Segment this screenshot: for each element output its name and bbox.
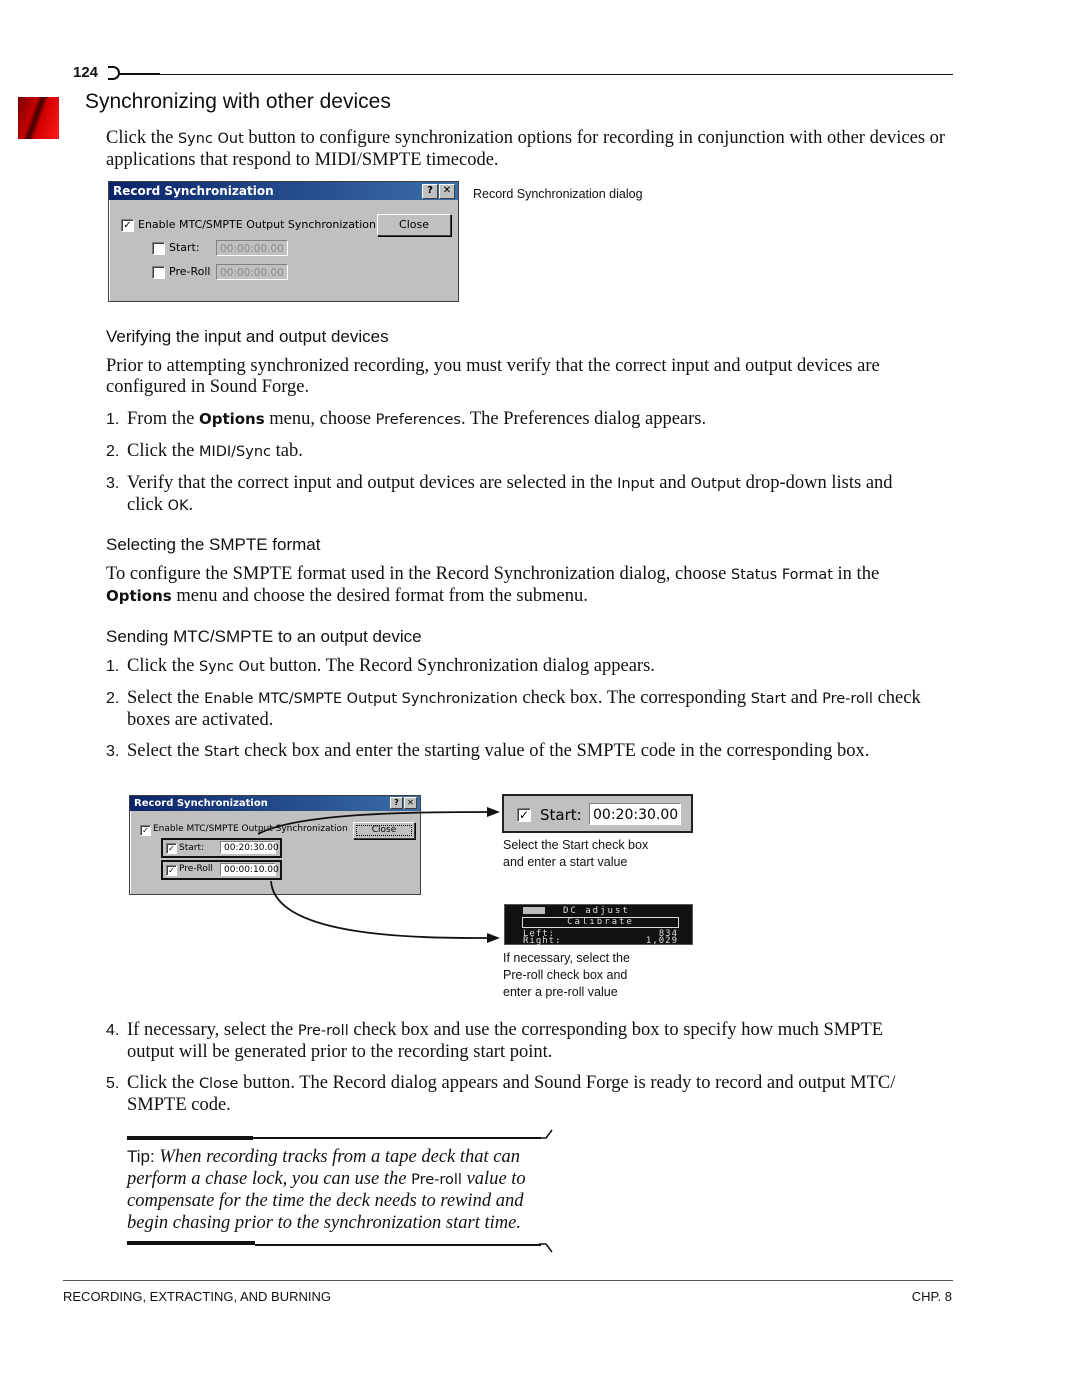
footer-rule <box>63 1280 953 1281</box>
ui-term-preroll: Pre-roll <box>297 1023 349 1039</box>
preroll-callout-zoom: DC adjust Calibrate Left: 834 Right: 1,0… <box>504 904 693 946</box>
checkbox-glyph-icon <box>523 907 545 914</box>
tip-rule-top <box>253 1137 541 1139</box>
step-number: 5. <box>106 1075 120 1092</box>
arrow-head-start <box>487 807 500 817</box>
start-checkbox[interactable]: ✓ <box>517 808 531 822</box>
start-time-field[interactable]: 00:20:30.00 <box>589 803 681 825</box>
text: Click the <box>127 1073 199 1093</box>
arrow-head-preroll <box>487 933 500 943</box>
start-label: Start: <box>540 806 582 824</box>
footer-chapter-number: CHP. 8 <box>911 1289 952 1304</box>
start-callout-caption: Select the Start check box and enter a s… <box>503 837 648 871</box>
caption-line: enter a pre-roll value <box>503 985 618 999</box>
arrow-to-start-callout <box>257 811 498 835</box>
text: output will be generated prior to the re… <box>127 1042 553 1062</box>
start-callout-zoom: ✓ Start: 00:20:30.00 <box>502 794 693 833</box>
caption-line: If necessary, select the <box>503 951 630 965</box>
ui-term-close: Close <box>198 1076 239 1092</box>
text: check box and use the corresponding box … <box>348 1020 884 1040</box>
tip-rule-hook-bottom <box>539 1243 553 1253</box>
calibrate-button[interactable]: Calibrate <box>522 917 679 928</box>
footer-chapter-title: RECORDING, EXTRACTING, AND BURNING <box>63 1289 331 1304</box>
ui-term-preroll: Pre-roll <box>411 1171 462 1188</box>
caption-line: Pre-roll check box and <box>503 968 628 982</box>
arrow-to-preroll-callout <box>270 880 498 939</box>
tip-rule-hook-top <box>539 1129 553 1139</box>
caption-line: and enter a start value <box>503 855 628 869</box>
dc-adjust-label: DC adjust <box>563 906 630 916</box>
right-value: 1,029 <box>645 936 678 946</box>
sending-step-5: 5. Click the Close button. The Record dia… <box>106 1073 956 1116</box>
text: button. The Record dialog appears and So… <box>238 1073 896 1093</box>
caption-line: Select the Start check box <box>503 838 649 852</box>
tip-rule-accent-top <box>127 1136 253 1140</box>
tip-box: Tip: When recording tracks from a tape d… <box>127 1146 557 1234</box>
tip-label: Tip: <box>127 1147 155 1166</box>
step-number: 4. <box>106 1022 120 1039</box>
tip-rule-accent-bottom <box>127 1241 255 1245</box>
tip-rule-bottom <box>255 1244 541 1246</box>
text: If necessary, select the <box>127 1020 298 1040</box>
sending-step-4: 4. If necessary, select the Pre-roll chec… <box>106 1020 956 1063</box>
preroll-callout-caption: If necessary, select the Pre-roll check … <box>503 950 630 1001</box>
text: SMPTE code. <box>127 1095 231 1115</box>
right-label: Right: <box>523 936 562 946</box>
